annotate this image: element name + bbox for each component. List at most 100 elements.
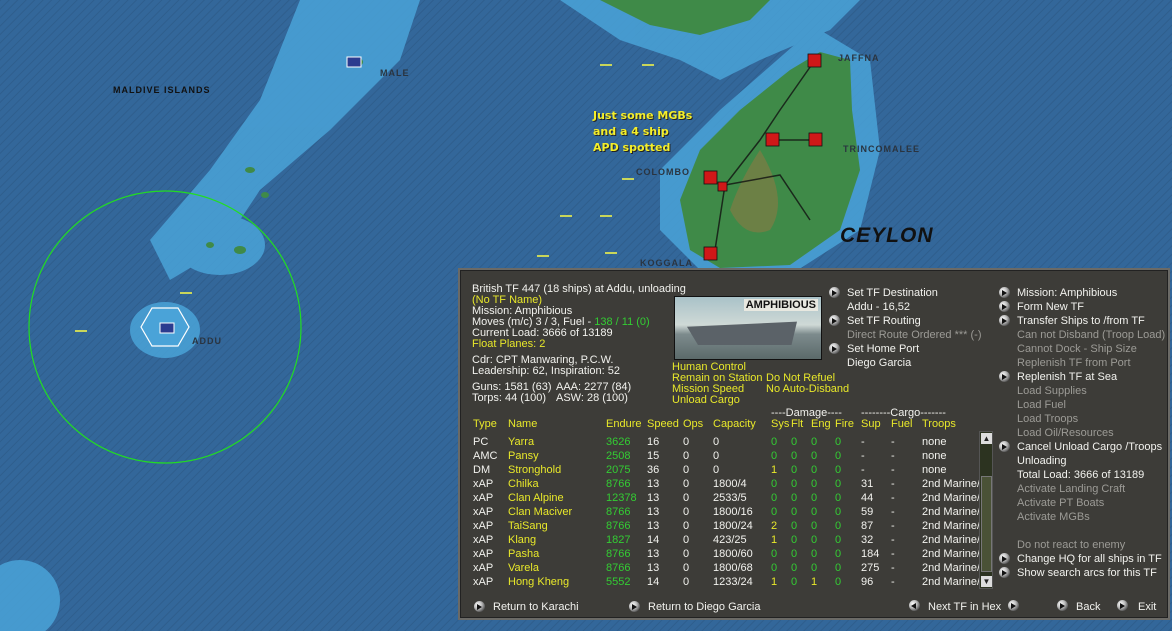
table-cell: 0 bbox=[811, 506, 818, 518]
arrow-right-icon[interactable] bbox=[829, 343, 840, 354]
column-header-sup[interactable]: Sup bbox=[861, 418, 881, 430]
ship-name-link[interactable]: Chilka bbox=[508, 478, 539, 490]
column-header-flt[interactable]: Flt bbox=[791, 418, 803, 430]
map-label-colombo[interactable]: COLOMBO bbox=[636, 167, 690, 177]
menu-item: Cannot Dock - Ship Size bbox=[1017, 343, 1137, 355]
menu-item: Total Load: 3666 of 13189 bbox=[1017, 469, 1145, 481]
map-label-koggala[interactable]: KOGGALA bbox=[640, 258, 693, 268]
arrow-right-icon[interactable] bbox=[629, 601, 640, 612]
prev-tf-icon[interactable] bbox=[909, 600, 920, 611]
menu-item[interactable]: Set TF Destination bbox=[847, 287, 938, 299]
map-label-trincomalee[interactable]: TRINCOMALEE bbox=[843, 144, 920, 154]
table-cell: AMC bbox=[473, 450, 498, 462]
back-button[interactable]: Back bbox=[1076, 601, 1100, 613]
status-auto-disband[interactable]: No Auto-Disband bbox=[766, 383, 849, 395]
menu-item[interactable]: Show search arcs for this TF bbox=[1017, 567, 1157, 579]
scroll-up-button[interactable]: ▲ bbox=[981, 433, 992, 444]
table-cell: 1800/68 bbox=[713, 562, 753, 574]
column-header-troops[interactable]: Troops bbox=[922, 418, 956, 430]
ship-name-link[interactable]: Varela bbox=[508, 562, 539, 574]
ship-name-link[interactable]: Stronghold bbox=[508, 464, 561, 476]
next-tf-icon[interactable] bbox=[1008, 600, 1019, 611]
arrow-right-icon[interactable] bbox=[999, 441, 1010, 452]
menu-item[interactable]: Set TF Routing bbox=[847, 315, 921, 327]
table-cell: 2nd Marine/ bbox=[922, 562, 981, 574]
column-header-capacity[interactable]: Capacity bbox=[713, 418, 756, 430]
table-cell: 0 bbox=[791, 534, 798, 546]
table-cell: 0 bbox=[791, 478, 798, 490]
table-cell: 0 bbox=[791, 520, 798, 532]
note-line: and a 4 ship bbox=[593, 125, 669, 138]
table-cell: xAP bbox=[473, 492, 494, 504]
map-label-male[interactable]: MALE bbox=[380, 68, 410, 78]
table-cell: 0 bbox=[771, 562, 778, 574]
ship-name-link[interactable]: Pasha bbox=[508, 548, 539, 560]
arrow-right-icon[interactable] bbox=[999, 553, 1010, 564]
column-header-sys[interactable]: Sys bbox=[771, 418, 789, 430]
map-label-addu[interactable]: ADDU bbox=[192, 336, 222, 346]
table-cell: 184 bbox=[861, 548, 880, 560]
return-diego-garcia-button[interactable]: Return to Diego Garcia bbox=[648, 601, 761, 613]
return-karachi-button[interactable]: Return to Karachi bbox=[493, 601, 579, 613]
menu-item[interactable]: Set Home Port bbox=[847, 343, 919, 355]
arrow-right-icon[interactable] bbox=[999, 315, 1010, 326]
ship-name-link[interactable]: TaiSang bbox=[508, 520, 548, 532]
table-cell: - bbox=[861, 436, 865, 448]
arrow-right-icon[interactable] bbox=[999, 301, 1010, 312]
ship-name-link[interactable]: Yarra bbox=[508, 436, 534, 448]
table-cell: 31 bbox=[861, 478, 874, 490]
table-cell: 0 bbox=[791, 464, 798, 476]
ship-name-link[interactable]: Hong Kheng bbox=[508, 576, 569, 588]
table-cell: 0 bbox=[683, 478, 690, 490]
exit-button[interactable]: Exit bbox=[1138, 601, 1156, 613]
table-cell: 1 bbox=[771, 464, 778, 476]
table-cell: 5552 bbox=[606, 576, 631, 588]
table-scrollbar[interactable]: ▲ ▼ bbox=[979, 431, 993, 589]
table-cell: 0 bbox=[683, 436, 690, 448]
table-cell: 1233/24 bbox=[713, 576, 753, 588]
ship-name-link[interactable]: Clan Maciver bbox=[508, 506, 572, 518]
arrow-right-icon[interactable] bbox=[474, 601, 485, 612]
arrow-right-icon[interactable] bbox=[829, 315, 840, 326]
arrow-right-icon[interactable] bbox=[829, 287, 840, 298]
menu-item[interactable]: Transfer Ships to /from TF bbox=[1017, 315, 1145, 327]
ship-name-link[interactable]: Klang bbox=[508, 534, 536, 546]
column-header-ops[interactable]: Ops bbox=[683, 418, 703, 430]
column-header-fuel[interactable]: Fuel bbox=[891, 418, 912, 430]
arrow-right-icon[interactable] bbox=[1057, 600, 1068, 611]
column-header-type[interactable]: Type bbox=[473, 418, 497, 430]
menu-item[interactable]: Mission: Amphibious bbox=[1017, 287, 1117, 299]
ship-name-link[interactable]: Pansy bbox=[508, 450, 539, 462]
menu-item[interactable]: Change HQ for all ships in TF bbox=[1017, 553, 1162, 565]
status-unload-cargo[interactable]: Unload Cargo bbox=[672, 394, 740, 406]
ship-name-link[interactable]: Clan Alpine bbox=[508, 492, 564, 504]
column-header-speed[interactable]: Speed bbox=[647, 418, 679, 430]
arrow-right-icon[interactable] bbox=[999, 287, 1010, 298]
table-cell: - bbox=[891, 478, 895, 490]
menu-item[interactable]: Form New TF bbox=[1017, 301, 1084, 313]
arrow-right-icon[interactable] bbox=[999, 371, 1010, 382]
scroll-down-button[interactable]: ▼ bbox=[981, 576, 992, 587]
arrow-right-icon[interactable] bbox=[1117, 600, 1128, 611]
menu-item[interactable]: Replenish TF at Sea bbox=[1017, 371, 1117, 383]
scroll-thumb[interactable] bbox=[981, 476, 992, 572]
task-force-panel: British TF 447 (18 ships) at Addu, unloa… bbox=[458, 268, 1170, 620]
table-cell: none bbox=[922, 450, 947, 462]
table-cell: 1 bbox=[811, 576, 818, 588]
table-cell: 0 bbox=[791, 576, 798, 588]
table-cell: 1800/60 bbox=[713, 548, 753, 560]
table-cell: 8766 bbox=[606, 506, 631, 518]
table-cell: 2nd Marine/ bbox=[922, 534, 981, 546]
table-cell: 8766 bbox=[606, 562, 631, 574]
menu-item: Activate MGBs bbox=[1017, 511, 1090, 523]
column-header-eng[interactable]: Eng bbox=[811, 418, 831, 430]
map-label-jaffna[interactable]: JAFFNA bbox=[838, 53, 880, 63]
arrow-right-icon[interactable] bbox=[999, 567, 1010, 578]
column-header-name[interactable]: Name bbox=[508, 418, 537, 430]
table-cell: 0 bbox=[683, 520, 690, 532]
menu-item[interactable]: Cancel Unload Cargo /Troops bbox=[1017, 441, 1162, 453]
table-cell: xAP bbox=[473, 534, 494, 546]
column-header-endure[interactable]: Endure bbox=[606, 418, 641, 430]
table-cell: 0 bbox=[835, 576, 842, 588]
column-header-fire[interactable]: Fire bbox=[835, 418, 854, 430]
